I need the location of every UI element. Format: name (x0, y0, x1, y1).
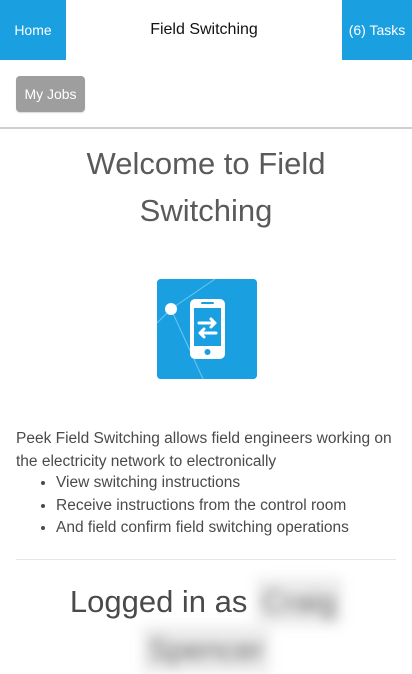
intro-text: Peek Field Switching allows field engine… (16, 430, 392, 470)
home-button[interactable]: Home (0, 0, 66, 60)
phone-switch-icon (157, 279, 257, 379)
user-last-name-row: Spencer (110, 626, 302, 674)
welcome-heading-line2: Switching (139, 193, 273, 228)
toolbar: My Jobs (0, 60, 412, 129)
my-jobs-button[interactable]: My Jobs (16, 76, 85, 112)
tasks-button[interactable]: (6) Tasks (342, 0, 412, 60)
list-item: Receive instructions from the control ro… (56, 495, 400, 518)
logged-in-status: Logged in as Craig (0, 578, 412, 626)
list-item: And field confirm field switching operat… (56, 517, 400, 540)
feature-list: View switching instructions Receive inst… (16, 472, 400, 540)
top-navbar: Home Field Switching (6) Tasks (0, 0, 412, 60)
welcome-heading-line1: Welcome to Field (86, 146, 326, 181)
logged-in-label: Logged in as (69, 584, 248, 619)
user-first-name: Craig (256, 578, 343, 626)
divider (16, 559, 396, 560)
field-switching-app-icon (157, 279, 257, 379)
list-item: View switching instructions (56, 472, 400, 495)
page-title: Field Switching (150, 21, 258, 38)
user-last-name: Spencer (142, 626, 270, 674)
welcome-heading: Welcome to Field Switching (0, 140, 412, 234)
